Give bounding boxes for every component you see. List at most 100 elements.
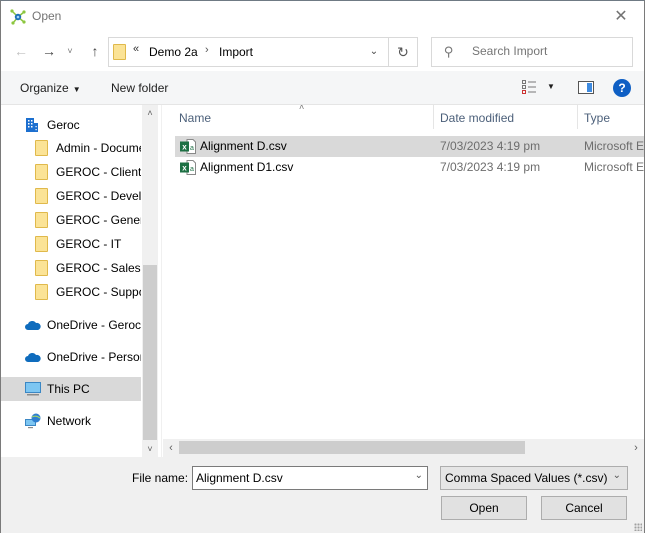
- network-icon: [25, 413, 41, 429]
- sidebar-item-onedrive-geroc[interactable]: OneDrive - Geroc: [1, 313, 141, 337]
- up-button[interactable]: ↑: [85, 41, 105, 61]
- sidebar-item-geroc-general[interactable]: GEROC - General: [1, 208, 141, 232]
- file-name-input[interactable]: [196, 471, 401, 485]
- folder-icon: [35, 188, 48, 204]
- building-icon: [26, 118, 38, 132]
- sidebar-item-network[interactable]: Network: [1, 409, 141, 433]
- chevron-down-icon: ⌄: [369, 46, 379, 57]
- refresh-button[interactable]: ↻: [391, 41, 415, 63]
- column-header-name[interactable]: Name: [179, 111, 211, 125]
- sidebar-item-label: Network: [47, 414, 92, 428]
- svg-text:a: a: [190, 145, 194, 152]
- search-input[interactable]: [472, 44, 622, 58]
- sidebar-item-onedrive-personal[interactable]: OneDrive - Personal: [1, 345, 141, 369]
- refresh-icon: ↻: [397, 44, 409, 60]
- cloud-icon: [25, 352, 41, 362]
- title-bar: Open ✕: [1, 1, 644, 33]
- breadcrumb-separator-icon[interactable]: ›: [205, 44, 209, 56]
- file-name-combobox[interactable]: ⌄: [192, 466, 428, 490]
- excel-csv-file-icon: x a: [180, 139, 196, 154]
- sidebar-item-label: OneDrive - Personal: [47, 350, 141, 364]
- caret-down-icon: ▼: [72, 85, 81, 94]
- file-date-modified: 7/03/2023 4:19 pm: [440, 160, 541, 174]
- sidebar-item-geroc[interactable]: Geroc: [1, 113, 141, 137]
- help-icon[interactable]: ?: [613, 79, 631, 97]
- folder-icon: [35, 236, 48, 252]
- resize-grip-icon[interactable]: [634, 523, 642, 531]
- chevron-down-icon[interactable]: ⌄: [415, 470, 423, 481]
- sidebar-item-geroc-it[interactable]: GEROC - IT: [1, 232, 141, 256]
- folder-icon: [35, 284, 48, 300]
- scroll-up-button[interactable]: ˄: [142, 105, 158, 121]
- sidebar-item-label: GEROC - IT: [56, 237, 122, 251]
- sidebar-item-label: Admin - Documents: [56, 141, 141, 155]
- organize-button[interactable]: Organize ▼: [20, 81, 81, 95]
- sidebar-item-admin-documents[interactable]: Admin - Documents: [1, 136, 141, 160]
- svg-text:x: x: [182, 143, 187, 152]
- details-view-icon[interactable]: [522, 80, 536, 94]
- view-options-caret-icon[interactable]: ▼: [547, 82, 555, 91]
- back-button[interactable]: ←: [11, 41, 31, 61]
- file-type: Microsoft Excel Comma Separated Values F…: [584, 160, 644, 174]
- chevron-down-icon: ˅: [67, 46, 73, 56]
- sidebar-item-label: GEROC - Clients: [56, 165, 141, 179]
- chevron-down-icon: ˅: [147, 444, 153, 454]
- app-logo-icon: [10, 9, 26, 25]
- column-header-type[interactable]: Type: [584, 111, 610, 125]
- preview-pane-icon[interactable]: [578, 81, 594, 94]
- file-list-horizontal-scrollbar[interactable]: ‹ ›: [163, 439, 644, 457]
- folder-icon: [35, 212, 48, 228]
- sidebar-item-label: This PC: [47, 382, 90, 396]
- file-name-label: File name:: [132, 471, 189, 485]
- arrow-up-icon: ↑: [91, 43, 99, 59]
- recent-locations-button[interactable]: ˅: [63, 41, 77, 61]
- forward-button[interactable]: →: [39, 41, 59, 61]
- file-row[interactable]: x a Alignment D.csv 7/03/2023 4:19 pm Mi…: [175, 136, 644, 157]
- sidebar-item-label: GEROC - Support: [56, 285, 141, 299]
- sidebar-item-geroc-clients[interactable]: GEROC - Clients: [1, 160, 141, 184]
- file-name: Alignment D1.csv: [200, 160, 294, 174]
- file-type-selected: Comma Spaced Values (*.csv): [445, 471, 608, 485]
- cloud-icon: [25, 320, 41, 330]
- address-bar[interactable]: « Demo 2a › Import ⌄ ↻: [108, 37, 418, 67]
- scroll-down-button[interactable]: ˅: [142, 441, 158, 457]
- cancel-button[interactable]: Cancel: [541, 496, 627, 520]
- sidebar-item-geroc-development[interactable]: GEROC - Development: [1, 184, 141, 208]
- chevron-left-icon: ‹: [169, 442, 173, 454]
- sidebar-item-label: GEROC - General: [56, 213, 141, 227]
- open-button[interactable]: Open: [441, 496, 527, 520]
- sidebar-item-this-pc[interactable]: This PC: [1, 377, 141, 401]
- file-date-modified: 7/03/2023 4:19 pm: [440, 139, 541, 153]
- navigation-pane: Geroc Admin - Documents GEROC - Clients …: [1, 105, 158, 457]
- column-header-date-modified[interactable]: Date modified: [440, 111, 514, 125]
- open-file-dialog: Open ✕ ← → ˅ ↑ « Demo 2a › Import ⌄ ↻ ⚲ …: [0, 0, 645, 533]
- folder-icon: [35, 140, 48, 156]
- sort-ascending-icon: ˄: [299, 105, 305, 112]
- new-folder-button[interactable]: New folder: [111, 81, 168, 95]
- file-row[interactable]: x a Alignment D1.csv 7/03/2023 4:19 pm M…: [175, 157, 644, 178]
- overflow-chevron-icon[interactable]: «: [133, 43, 139, 55]
- breadcrumb-import[interactable]: Import: [219, 45, 253, 59]
- file-list: ˄ Name Date modified Type x a Alignment …: [163, 105, 644, 439]
- file-type-select[interactable]: Comma Spaced Values (*.csv) ⌄: [440, 466, 628, 490]
- search-box[interactable]: ⚲: [431, 37, 633, 67]
- sidebar-item-geroc-support[interactable]: GEROC - Support: [1, 280, 141, 304]
- arrow-left-icon: ←: [14, 43, 28, 59]
- close-button[interactable]: ✕: [598, 1, 644, 31]
- divider: [388, 38, 389, 66]
- sidebar-item-geroc-sales[interactable]: GEROC - Sales: [1, 256, 141, 280]
- address-dropdown-button[interactable]: ⌄: [365, 43, 383, 61]
- scroll-left-button[interactable]: ‹: [163, 439, 179, 457]
- chevron-up-icon: ˄: [147, 108, 153, 118]
- column-divider[interactable]: [577, 105, 578, 129]
- sidebar-item-label: Geroc: [47, 118, 80, 132]
- breadcrumb-demo-2a[interactable]: Demo 2a: [149, 45, 198, 59]
- chevron-down-icon: ⌄: [612, 470, 621, 481]
- sidebar-vertical-scrollbar[interactable]: ˄ ˅: [142, 105, 158, 457]
- scroll-thumb[interactable]: [143, 265, 157, 440]
- column-divider[interactable]: [433, 105, 434, 129]
- pane-splitter[interactable]: [158, 105, 162, 457]
- window-title: Open: [32, 9, 62, 23]
- scroll-thumb[interactable]: [179, 441, 525, 454]
- scroll-right-button[interactable]: ›: [628, 439, 644, 457]
